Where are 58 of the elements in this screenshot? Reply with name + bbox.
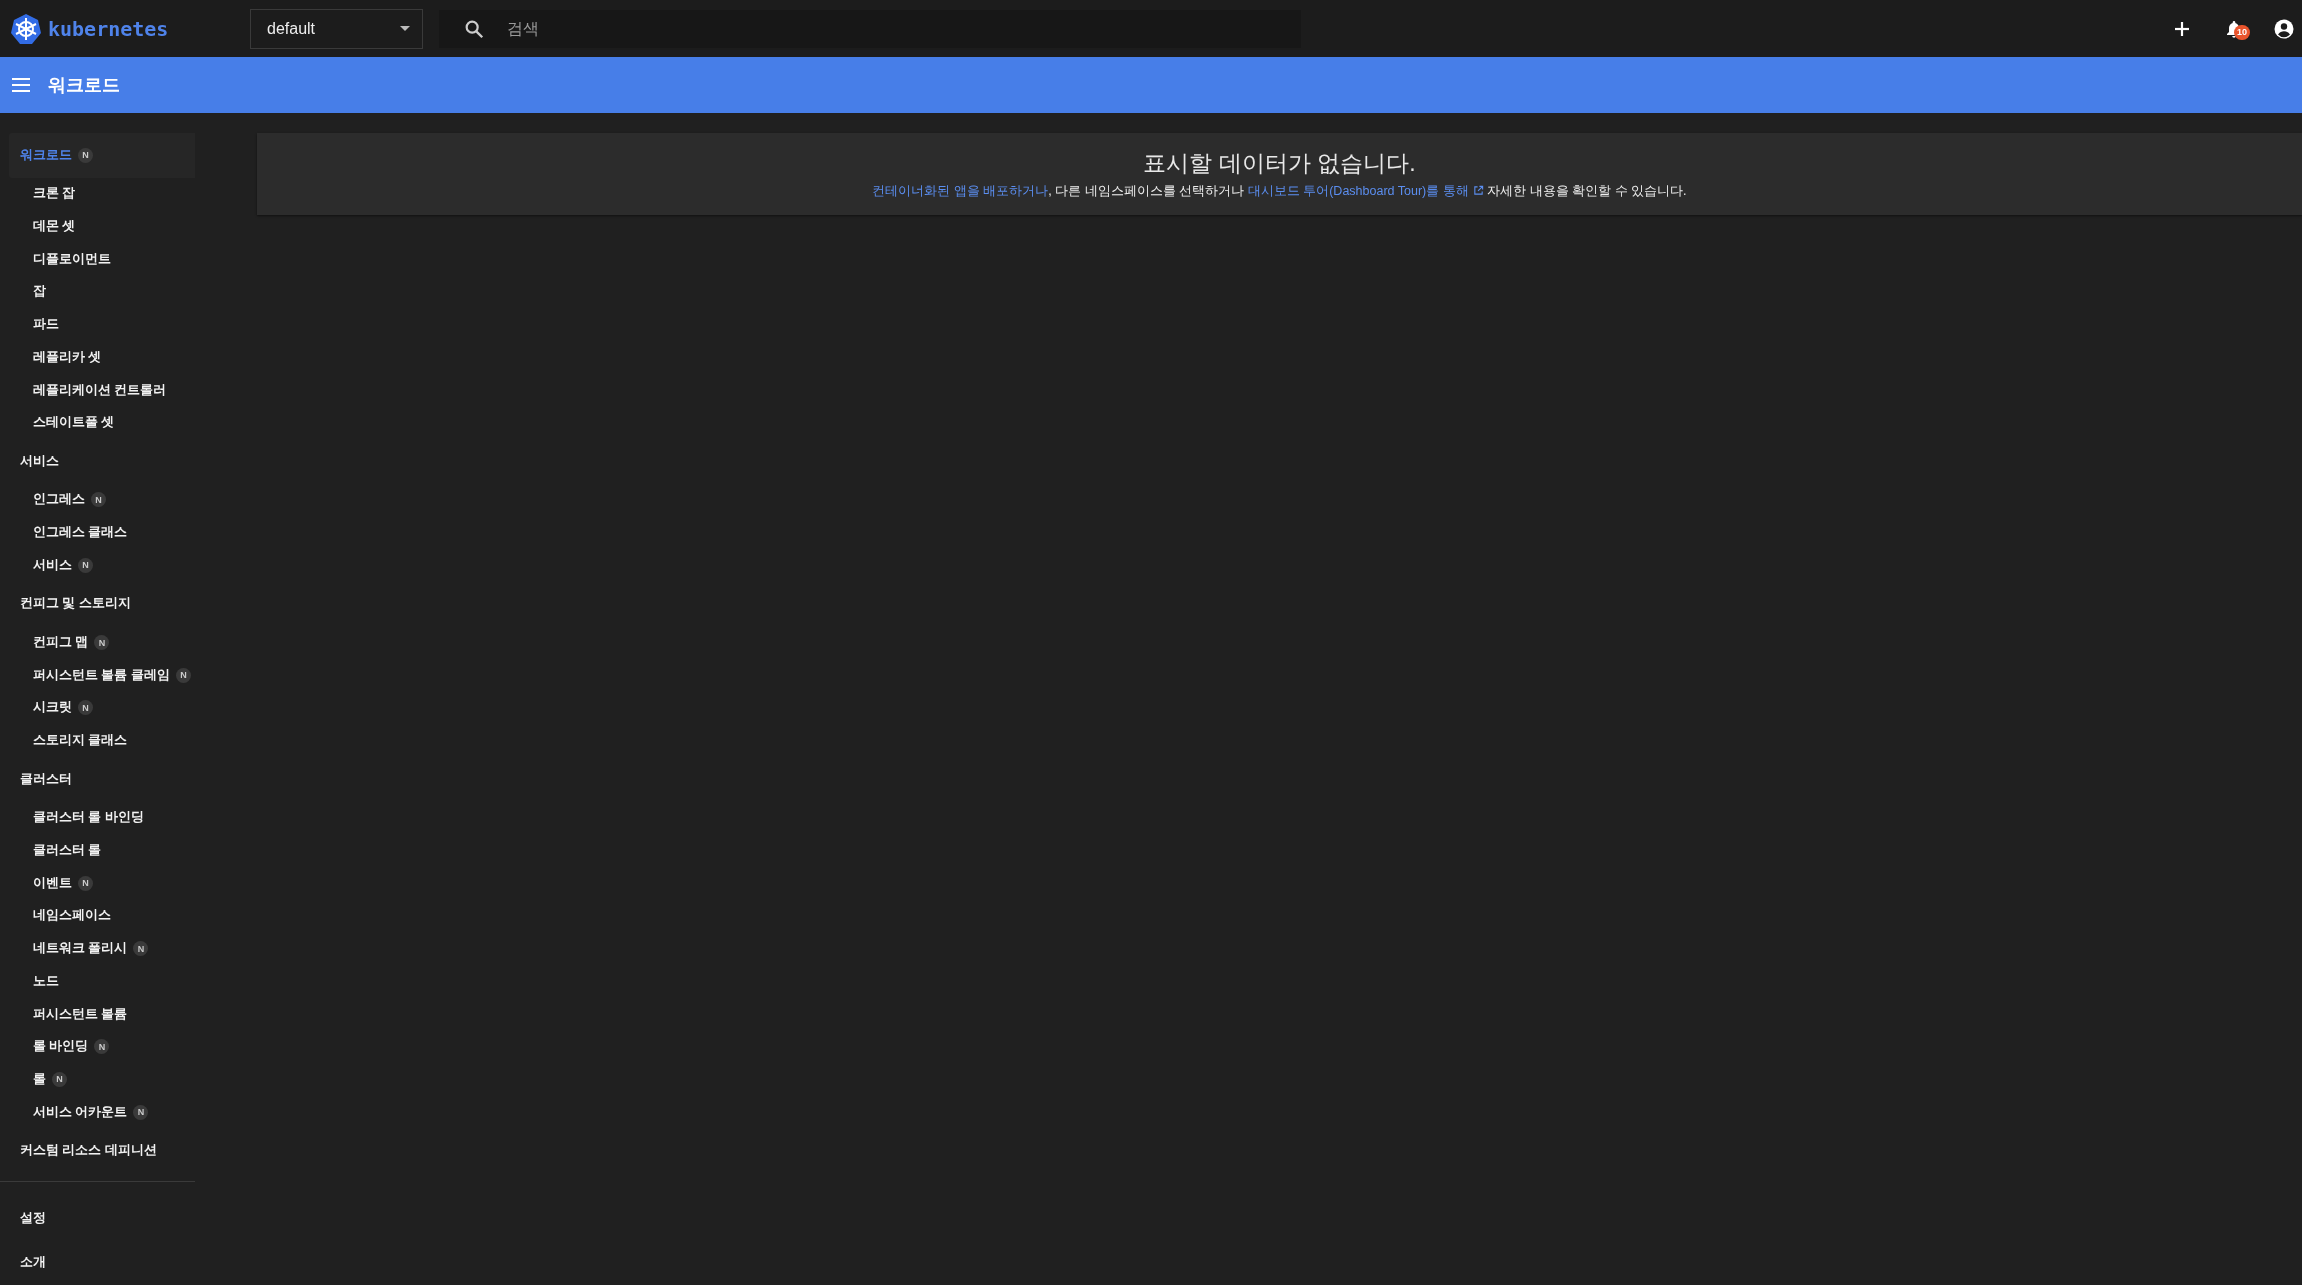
- sidebar-item[interactable]: 컨피그 맵 N: [0, 626, 195, 659]
- sidebar-item[interactable]: 클러스터 롤 바인딩: [0, 801, 195, 835]
- sidebar-item[interactable]: 노드: [0, 965, 195, 998]
- external-link-icon: [1472, 185, 1484, 196]
- new-badge: N: [78, 875, 93, 891]
- search-field[interactable]: 검색: [439, 9, 1301, 48]
- sidebar-item[interactable]: 소개: [0, 1240, 195, 1285]
- sidebar-item[interactable]: 롤 N: [0, 1063, 195, 1096]
- sidebar-item[interactable]: 클러스터 롤: [0, 834, 195, 867]
- sidebar-item[interactable]: 서비스 N: [0, 549, 195, 582]
- sidebar-item[interactable]: 클러스터: [0, 757, 195, 802]
- sidebar-item[interactable]: 커스텀 리소스 데피니션: [0, 1128, 195, 1173]
- new-badge: N: [78, 557, 93, 573]
- sidebar-item[interactable]: 컨피그 및 스토리지: [0, 581, 195, 627]
- empty-state-message: 컨테이너화된 앱을 배포하거나, 다른 네임스페이스를 선택하거나 대시보드 투어(Dashboard Tour)를 통해 자세한 내용을 확인할 수 있습니다.: [872, 183, 1687, 200]
- sidebar-item[interactable]: 네임스페이스: [0, 899, 195, 933]
- caret-icon: [400, 26, 410, 31]
- sidebar-item[interactable]: 워크로드 N: [9, 133, 195, 178]
- sidebar-item[interactable]: 데몬 셋: [0, 210, 195, 243]
- sidebar-item[interactable]: 레플리케이션 컨트롤러: [0, 373, 195, 407]
- empty-state-title: 표시할 데이터가 없습니다.: [1143, 149, 1416, 178]
- app-name: kubernetes: [48, 16, 169, 41]
- namespace-dropdown[interactable]: default: [250, 8, 423, 49]
- sidebar-item[interactable]: 인그레스 클래스: [0, 516, 195, 549]
- sidebar-item[interactable]: 서비스: [0, 439, 195, 484]
- sidebar-item[interactable]: 이벤트 N: [0, 866, 195, 900]
- new-badge: N: [91, 492, 106, 508]
- new-badge: N: [175, 667, 191, 683]
- sidebar-item[interactable]: 서비스 어카운트 N: [0, 1095, 195, 1129]
- sidebar-item[interactable]: 디플로이먼트: [0, 242, 195, 276]
- new-badge: N: [52, 1071, 67, 1087]
- sidebar-item[interactable]: 스테이트풀 셋: [0, 406, 195, 440]
- page-title: 워크로드: [48, 74, 120, 97]
- new-badge: N: [133, 1104, 149, 1120]
- notification-count: 10: [2234, 24, 2250, 40]
- sidebar-item[interactable]: 크론 잡: [0, 177, 195, 211]
- menu-icon: [12, 78, 30, 92]
- sidebar-item[interactable]: 레플리카 셋: [0, 341, 195, 374]
- new-badge: N: [133, 941, 149, 957]
- sidebar-item[interactable]: 잡: [0, 275, 195, 309]
- sidebar-item[interactable]: 네트워크 폴리시 N: [0, 932, 195, 965]
- link[interactable]: 컨테이너화된 앱을 배포하거나: [872, 184, 1049, 198]
- sidebar-item[interactable]: 설정: [0, 1196, 195, 1241]
- sidebar-item[interactable]: 스토리지 클래스: [0, 724, 195, 757]
- user-avatar-icon: [2274, 18, 2294, 39]
- external-link[interactable]: 대시보드 투어(Dashboard Tour)를 통해: [1247, 184, 1484, 198]
- sidebar-item[interactable]: 인그레스 N: [0, 483, 195, 517]
- sidebar-item[interactable]: 시크릿 N: [0, 691, 195, 725]
- new-badge: N: [94, 1039, 110, 1055]
- sidebar-item[interactable]: 파드: [0, 308, 195, 341]
- helm-wheel-logo-icon: [10, 12, 42, 45]
- new-badge: N: [78, 147, 93, 163]
- menu-button[interactable]: [10, 76, 32, 94]
- sidebar-item[interactable]: 퍼시스턴트 볼륨: [0, 997, 195, 1031]
- new-badge: N: [78, 700, 93, 716]
- sidebar-item[interactable]: 롤 바인딩 N: [0, 1030, 195, 1064]
- new-badge: N: [94, 635, 110, 651]
- sidebar-item[interactable]: 퍼시스턴트 볼륨 클레임 N: [0, 658, 195, 692]
